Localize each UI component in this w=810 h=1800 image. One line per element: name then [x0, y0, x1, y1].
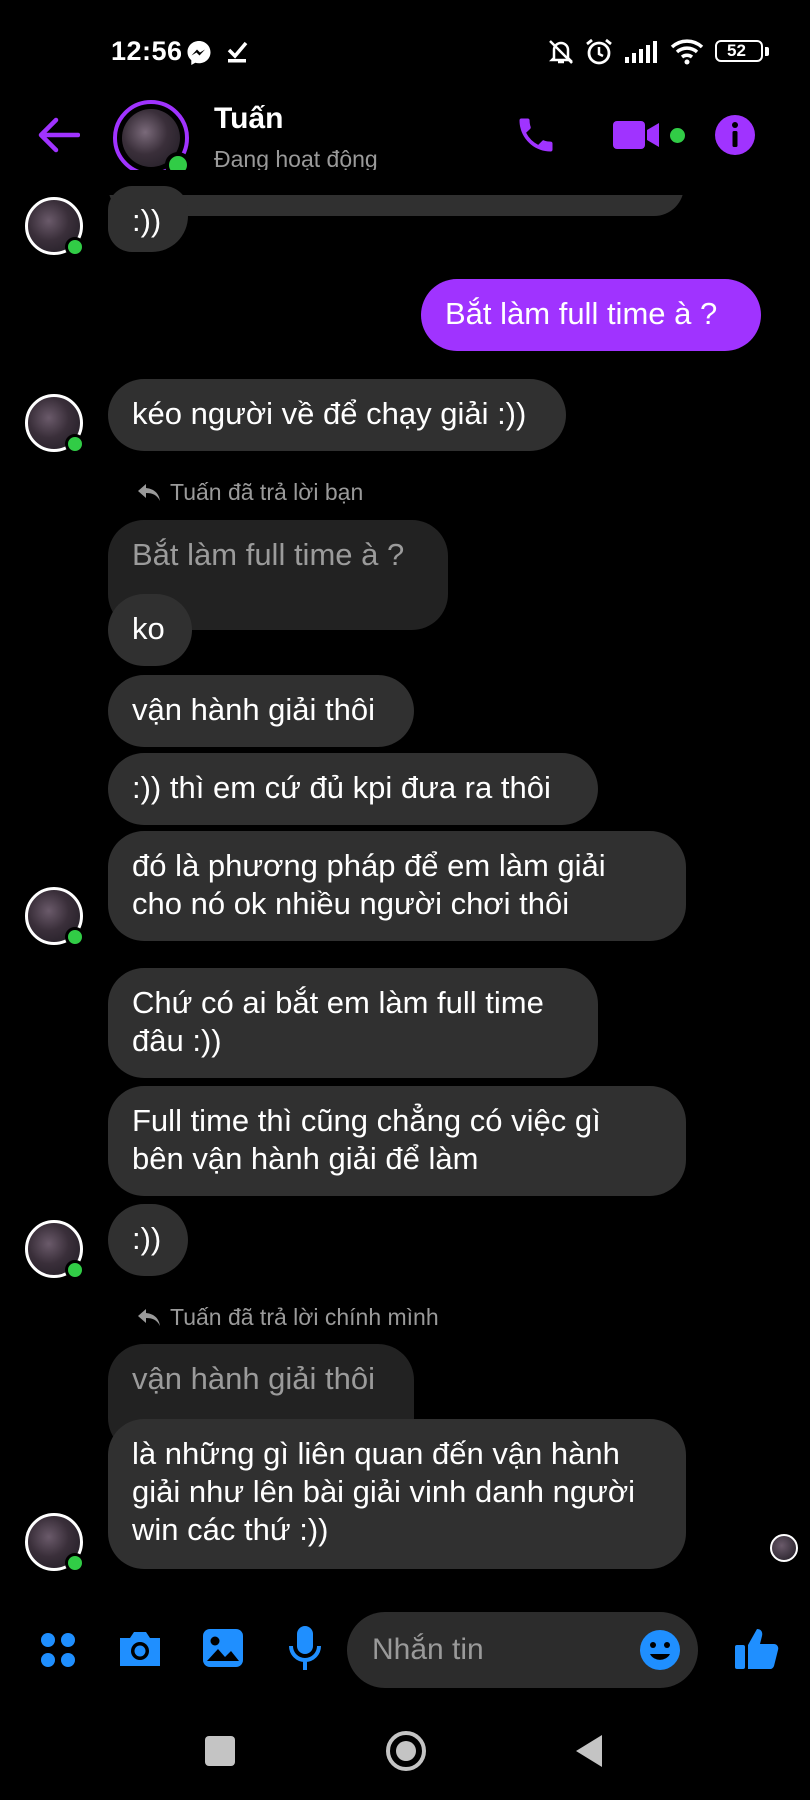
- message-bubble[interactable]: vận hành giải thôi: [108, 675, 414, 747]
- menu-grid-icon[interactable]: [38, 1630, 78, 1670]
- mute-icon: [548, 40, 574, 64]
- download-icon: [227, 41, 248, 63]
- contact-name[interactable]: Tuấn: [214, 102, 283, 136]
- seen-avatar: [770, 1534, 798, 1562]
- message-bubble[interactable]: Chứ có ai bắt em làm full time đâu :)): [108, 968, 598, 1078]
- battery-tip: [765, 47, 769, 56]
- sender-avatar[interactable]: [25, 1513, 85, 1573]
- home-nav-icon[interactable]: [384, 1729, 428, 1773]
- reply-icon: [138, 484, 160, 501]
- video-active-dot: [670, 128, 685, 143]
- message-bubble[interactable]: Full time thì cũng chẳng có việc gì bên …: [108, 1086, 686, 1196]
- image-icon[interactable]: [201, 1627, 245, 1669]
- wifi-icon: [670, 39, 704, 65]
- status-time: 12:56: [111, 36, 183, 66]
- contact-presence: Đang hoạt động: [214, 146, 378, 172]
- sender-avatar[interactable]: [25, 887, 85, 947]
- message-bubble[interactable]: :)): [108, 1204, 188, 1276]
- message-bubble[interactable]: ko: [108, 594, 192, 666]
- messenger-icon: [187, 41, 211, 65]
- reply-notice: Tuấn đã trả lời bạn: [170, 479, 364, 505]
- contact-avatar-ring[interactable]: [113, 100, 191, 178]
- info-icon[interactable]: [714, 114, 756, 156]
- camera-icon[interactable]: [116, 1628, 164, 1670]
- reply-notice: Tuấn đã trả lời chính mình: [170, 1304, 439, 1330]
- phone-icon[interactable]: [514, 113, 558, 157]
- sender-avatar[interactable]: [25, 197, 85, 257]
- message-input-placeholder: Nhắn tin: [372, 1633, 484, 1666]
- sender-avatar[interactable]: [25, 1220, 85, 1280]
- message-bubble[interactable]: :)) thì em cứ đủ kpi đưa ra thôi: [108, 753, 598, 825]
- emoji-icon[interactable]: [639, 1629, 681, 1671]
- back-arrow-icon[interactable]: [36, 115, 80, 155]
- message-bubble[interactable]: đó là phương pháp để em làm giải cho nó …: [108, 831, 686, 941]
- square-nav-icon[interactable]: [205, 1736, 235, 1766]
- mic-icon[interactable]: [288, 1624, 322, 1674]
- message-bubble[interactable]: :)): [108, 186, 188, 252]
- alarm-icon: [586, 38, 612, 65]
- like-icon[interactable]: [733, 1625, 781, 1673]
- battery-level: 52: [727, 41, 746, 60]
- my-message-bubble[interactable]: Bắt làm full time à ?: [421, 279, 761, 351]
- message-bubble[interactable]: là những gì liên quan đến vận hành giải …: [108, 1419, 686, 1569]
- sender-avatar[interactable]: [25, 394, 85, 454]
- reply-icon: [138, 1309, 160, 1326]
- video-icon[interactable]: [611, 118, 663, 152]
- message-bubble[interactable]: kéo người về để chạy giải :)): [108, 379, 566, 451]
- battery-icon: 52: [715, 40, 763, 62]
- back-nav-icon[interactable]: [572, 1733, 606, 1769]
- signal-icon: [625, 41, 657, 63]
